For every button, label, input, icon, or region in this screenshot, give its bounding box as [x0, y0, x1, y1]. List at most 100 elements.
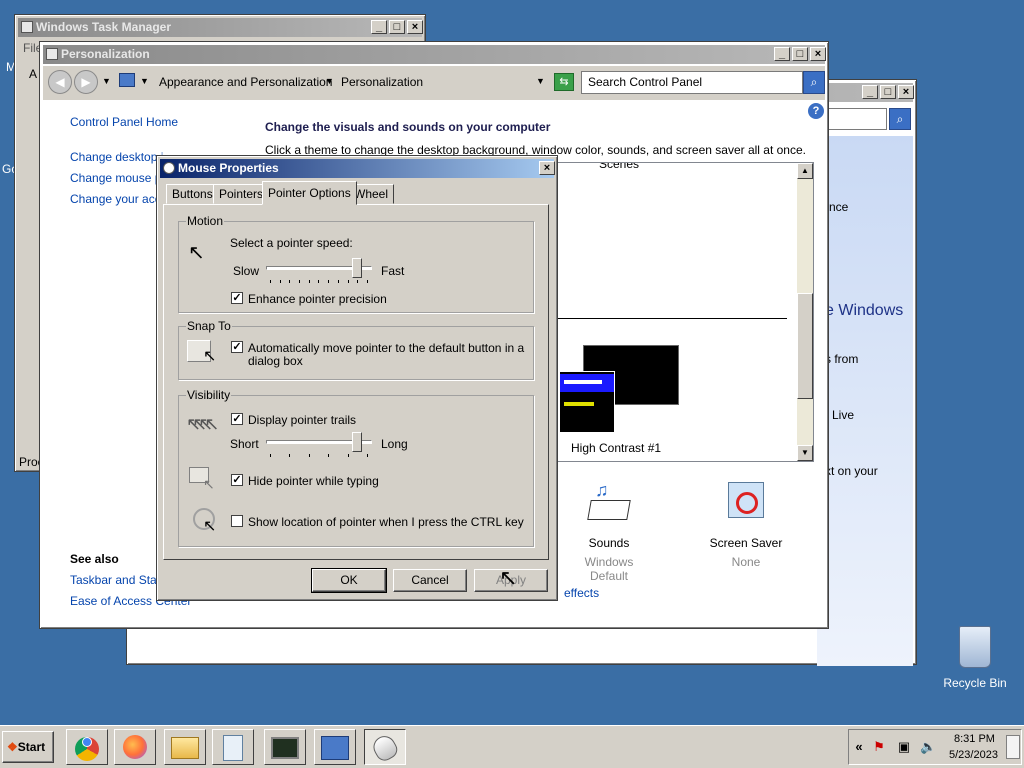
tray-expand-icon[interactable]: « — [852, 740, 866, 754]
screensaver-option[interactable]: Screen Saver None — [701, 480, 791, 570]
back-window-search-icon[interactable]: ⌕ — [889, 108, 911, 130]
close-button[interactable]: × — [407, 20, 423, 34]
pointer-trails-ticks — [270, 454, 368, 457]
volume-muted-icon[interactable]: 🔈 — [920, 740, 936, 754]
hide-pointer-label[interactable]: Hide pointer while typing — [248, 474, 379, 488]
minimize-button[interactable]: _ — [862, 85, 878, 99]
action-center-icon[interactable]: ⚑ — [872, 740, 886, 754]
sounds-label: Sounds — [588, 536, 630, 550]
sounds-option[interactable]: ♫ Sounds Windows Default — [564, 480, 654, 583]
show-location-label[interactable]: Show location of pointer when I press th… — [248, 515, 524, 529]
scroll-thumb[interactable] — [797, 293, 813, 399]
refresh-button[interactable]: ⇆ — [554, 73, 574, 91]
clock-time[interactable]: 8:31 PM — [954, 733, 995, 745]
recycle-bin[interactable]: Recycle Bin — [942, 626, 1008, 692]
theme-name: High Contrast #1 — [571, 441, 662, 455]
firefox-icon — [123, 735, 147, 759]
sidebar-link-home[interactable]: Control Panel Home — [70, 115, 178, 129]
sidebar-link-taskbar[interactable]: Taskbar and Start — [70, 573, 164, 587]
sidebar-link-account-picture[interactable]: Change your acco — [70, 192, 167, 206]
address-chevron-icon[interactable]: ▼ — [140, 76, 149, 86]
back-window-side-panel — [817, 136, 913, 666]
snap-to-label-line1[interactable]: Automatically move pointer to the defaul… — [248, 341, 524, 355]
task-manager-titlebar[interactable]: Windows Task Manager — [18, 18, 422, 37]
maximize-button[interactable]: □ — [792, 47, 808, 61]
task-manager-icon — [21, 21, 33, 33]
theme-list-scrollbar[interactable]: ▲ ▼ — [797, 163, 813, 461]
scroll-up-button[interactable]: ▲ — [797, 163, 813, 179]
back-button[interactable]: ◀ — [48, 70, 72, 94]
forward-button[interactable]: ▶ — [74, 70, 98, 94]
taskbar-mouse-properties-button[interactable] — [364, 729, 406, 765]
snap-to-label-line2[interactable]: dialog box — [248, 354, 303, 368]
network-icon[interactable]: ▣ — [897, 740, 911, 754]
control-panel-icon — [119, 73, 135, 87]
theme-list[interactable]: Scenes High Contrast #1 ▲ ▼ — [556, 162, 814, 462]
pointer-trails-label[interactable]: Display pointer trails — [248, 413, 356, 427]
show-location-cursor-icon: ↖ — [203, 518, 217, 535]
recent-pages-chevron-icon[interactable]: ▼ — [102, 76, 111, 86]
show-desktop-button[interactable] — [1006, 735, 1020, 759]
hide-pointer-checkbox[interactable]: ✓ — [231, 474, 243, 486]
taskbar-notepad-button[interactable] — [212, 729, 254, 765]
close-button[interactable]: × — [898, 85, 914, 99]
back-window-text-on-your: xt on your — [825, 464, 878, 478]
cancel-button[interactable]: Cancel — [393, 569, 467, 592]
taskbar-control-panel-button[interactable] — [314, 729, 356, 765]
theme-high-contrast-1[interactable]: High Contrast #1 — [559, 345, 719, 460]
start-label: Start — [17, 740, 46, 754]
search-icon[interactable]: ⌕ — [803, 71, 825, 94]
tab-buttons[interactable]: Buttons — [166, 184, 219, 204]
mouse-properties-titlebar[interactable]: Mouse Properties — [160, 159, 554, 178]
enhance-precision-checkbox[interactable]: ✓ — [231, 292, 243, 304]
ok-button[interactable]: OK — [311, 568, 387, 593]
help-icon[interactable]: ? — [808, 103, 824, 119]
pointer-trails-checkbox[interactable]: ✓ — [231, 413, 243, 425]
snap-to-pointer-icon: ↖ — [203, 348, 217, 365]
taskbar-chrome-button[interactable] — [66, 729, 108, 765]
notepad-icon — [223, 735, 243, 761]
task-manager-title: Windows Task Manager — [36, 20, 172, 34]
sidebar-link-desktop-icons[interactable]: Change desktop i — [70, 150, 163, 164]
maximize-button[interactable]: □ — [880, 85, 896, 99]
start-button[interactable]: ❖Start — [2, 731, 54, 763]
maximize-button[interactable]: □ — [389, 20, 405, 34]
close-button[interactable]: × — [810, 47, 826, 61]
minimize-button[interactable]: _ — [371, 20, 387, 34]
recycle-bin-icon — [959, 626, 991, 668]
taskbar-firefox-button[interactable] — [114, 729, 156, 765]
personalization-titlebar[interactable]: Personalization — [43, 45, 825, 64]
visibility-group-label: Visibility — [186, 388, 232, 402]
close-button[interactable]: × — [539, 161, 555, 175]
task-manager-tab[interactable]: A — [29, 67, 37, 81]
pointer-speed-ticks — [270, 280, 368, 283]
minimize-button[interactable]: _ — [774, 47, 790, 61]
snap-to-checkbox[interactable]: ✓ — [231, 341, 243, 353]
breadcrumb-appearance[interactable]: Appearance and Personalization — [159, 75, 332, 89]
trails-short-label: Short — [230, 437, 259, 451]
taskbar-task-manager-button[interactable] — [264, 729, 306, 765]
chrome-icon — [75, 737, 99, 761]
pointer-speed-icon: ↖ — [188, 242, 205, 264]
sidebar-link-mouse-pointers[interactable]: Change mouse po — [70, 171, 168, 185]
screensaver-value: None — [731, 555, 761, 569]
pointer-speed-slider[interactable] — [352, 258, 363, 278]
tab-pointers[interactable]: Pointers — [213, 184, 270, 204]
hide-pointer-cursor-icon: ↖ — [203, 476, 215, 492]
enhance-precision-label[interactable]: Enhance pointer precision — [248, 292, 387, 306]
see-also-heading: See also — [70, 552, 119, 566]
effects-link[interactable]: effects — [564, 586, 599, 600]
show-location-checkbox[interactable] — [231, 515, 243, 527]
mouse-properties-title: Mouse Properties — [178, 161, 279, 175]
clock-date[interactable]: 5/23/2023 — [949, 749, 998, 761]
screensaver-label: Screen Saver — [709, 536, 783, 550]
taskbar-explorer-button[interactable] — [164, 729, 206, 765]
task-manager-taskbar-icon — [271, 737, 299, 759]
tab-pointer-options[interactable]: Pointer Options — [262, 181, 357, 205]
scroll-down-button[interactable]: ▼ — [797, 445, 813, 461]
pointer-trails-slider[interactable] — [352, 432, 363, 452]
breadcrumb-personalization[interactable]: Personalization — [341, 75, 423, 89]
breadcrumb-chevron-icon[interactable]: ▼ — [325, 76, 334, 86]
search-input[interactable]: Search Control Panel — [581, 71, 803, 94]
address-dropdown-chevron-icon[interactable]: ▼ — [536, 76, 545, 86]
